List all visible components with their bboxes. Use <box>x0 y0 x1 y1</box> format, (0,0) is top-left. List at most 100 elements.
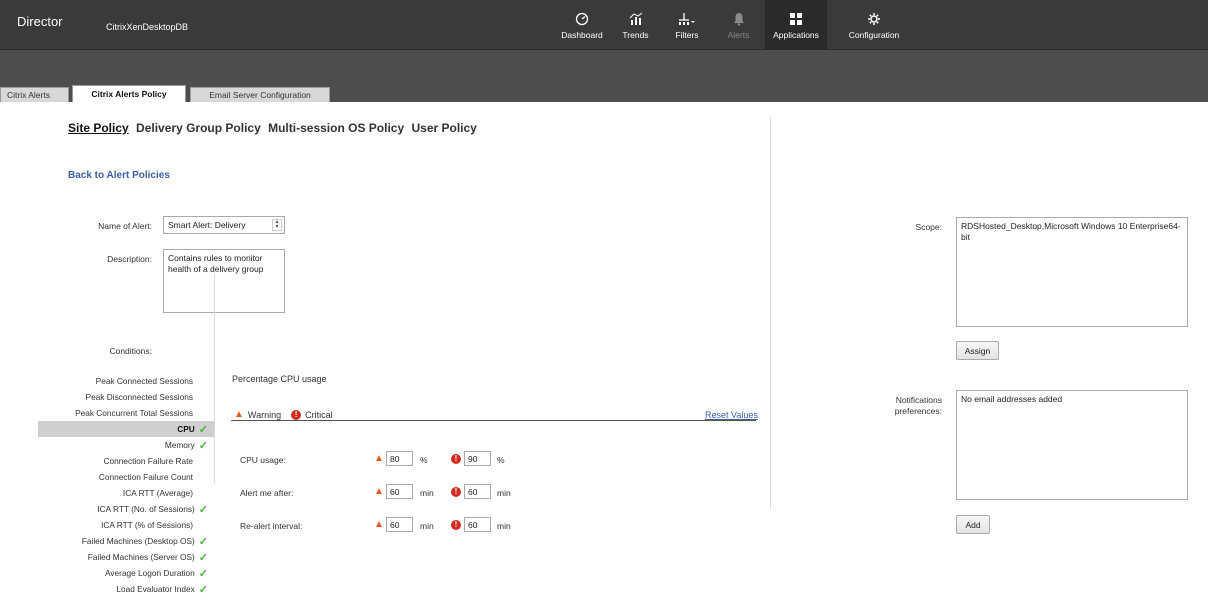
condition-label: ICA RTT (% of Sessions) <box>101 520 193 530</box>
critical-icon: ! <box>451 487 461 497</box>
condition-item[interactable]: ICA RTT (Average) <box>38 485 214 501</box>
critical-icon: ! <box>451 520 461 530</box>
condition-item[interactable]: Load Evaluator Index ✓ <box>38 581 214 597</box>
threshold-row-label: CPU usage: <box>240 455 286 465</box>
tab-delivery-group-policy[interactable]: Delivery Group Policy <box>136 121 261 135</box>
reset-values-link[interactable]: Reset Values <box>705 410 758 420</box>
site-name: CitrixXenDesktopDB <box>106 22 189 32</box>
warning-icon: ▲ <box>374 486 384 497</box>
tab-email-server-configuration[interactable]: Email Server Configuration <box>190 87 330 102</box>
filters-icon <box>678 11 696 27</box>
warning-icon: ▲ <box>374 519 384 530</box>
check-icon: ✓ <box>198 423 208 436</box>
alert-name-value: Smart Alert: Delivery <box>168 220 246 230</box>
tab-citrix-alerts[interactable]: Citrix Alerts <box>0 87 69 102</box>
warning-threshold-input[interactable]: 60 <box>386 484 413 499</box>
tab-site-policy[interactable]: Site Policy <box>68 121 129 135</box>
bell-icon <box>733 11 745 27</box>
condition-item[interactable]: ICA RTT (% of Sessions) <box>38 517 214 533</box>
notifications-preferences-label: Notifications preferences: <box>894 395 942 416</box>
assign-button[interactable]: Assign <box>956 341 999 360</box>
condition-item[interactable]: ICA RTT (No. of Sessions) ✓ <box>38 501 214 517</box>
nav-alerts-label: Alerts <box>727 29 750 40</box>
tab-multi-session-os-policy[interactable]: Multi-session OS Policy <box>268 121 404 135</box>
condition-label: Peak Concurrent Total Sessions <box>75 408 193 418</box>
critical-unit: % <box>497 455 505 465</box>
condition-label: Average Logon Duration <box>104 568 195 578</box>
condition-item[interactable]: Failed Machines (Server OS) ✓ <box>38 549 214 565</box>
check-icon: ✓ <box>198 439 208 452</box>
condition-label: Load Evaluator Index <box>116 584 195 594</box>
check-icon: ✓ <box>198 583 208 596</box>
warning-icon: ▲ <box>234 409 244 420</box>
condition-label: Failed Machines (Desktop OS) <box>81 536 195 546</box>
condition-item[interactable]: Average Logon Duration ✓ <box>38 565 214 581</box>
condition-label: Peak Disconnected Sessions <box>85 392 193 402</box>
back-to-alert-policies-link[interactable]: Back to Alert Policies <box>68 170 170 181</box>
nav-dashboard-label: Dashboard <box>561 29 603 40</box>
top-navigation-bar: Director CitrixXenDesktopDB Dashboard Tr… <box>0 0 1208 50</box>
condition-label: Memory <box>164 440 195 450</box>
description-label: Description: <box>107 254 152 264</box>
threshold-row-label: Re-alert interval: <box>240 521 303 531</box>
warning-icon: ▲ <box>374 453 384 464</box>
warning-threshold-input[interactable]: 60 <box>386 517 413 532</box>
legend: ▲ Warning ! Critical <box>234 409 333 420</box>
condition-label: CPU <box>177 424 195 434</box>
threshold-row-label: Alert me after: <box>240 488 294 498</box>
critical-icon: ! <box>291 409 302 420</box>
add-button[interactable]: Add <box>956 515 990 534</box>
alert-name-select[interactable]: Smart Alert: Delivery ▴ ▾ <box>163 216 285 234</box>
nav-applications-label: Applications <box>773 29 819 40</box>
condition-item[interactable]: Failed Machines (Desktop OS) ✓ <box>38 533 214 549</box>
spinner-arrows-icon[interactable]: ▴ ▾ <box>272 219 282 231</box>
tab-bar: Citrix Alerts Citrix Alerts Policy Email… <box>0 50 1208 102</box>
applications-icon <box>789 11 803 27</box>
notifications-textarea[interactable]: No email addresses added <box>956 390 1188 500</box>
condition-item[interactable]: Connection Failure Count <box>38 469 214 485</box>
condition-item[interactable]: Peak Concurrent Total Sessions <box>38 405 214 421</box>
nav-configuration-label: Configuration <box>848 29 900 40</box>
nav-applications[interactable]: Applications <box>765 0 827 50</box>
condition-item[interactable]: Peak Connected Sessions <box>38 373 214 389</box>
condition-label: Connection Failure Count <box>98 472 193 482</box>
critical-unit: min <box>497 521 511 531</box>
scope-label: Scope: <box>915 222 942 232</box>
condition-item[interactable]: Peak Disconnected Sessions <box>38 389 214 405</box>
detail-title: Percentage CPU usage <box>232 374 327 384</box>
nav-filters[interactable]: Filters <box>662 0 712 50</box>
warning-unit: min <box>420 521 434 531</box>
condition-label: Failed Machines (Server OS) <box>87 552 195 562</box>
check-icon: ✓ <box>198 535 208 548</box>
gear-icon <box>867 11 881 27</box>
critical-unit: min <box>497 488 511 498</box>
condition-item[interactable]: Connection Failure Rate <box>38 453 214 469</box>
condition-label: Peak Connected Sessions <box>95 376 193 386</box>
check-icon: ✓ <box>198 567 208 580</box>
warning-threshold-input[interactable]: 80 <box>386 451 413 466</box>
legend-warning-label: Warning <box>247 409 282 420</box>
warning-unit: min <box>420 488 434 498</box>
tab-user-policy[interactable]: User Policy <box>411 121 476 135</box>
critical-threshold-input[interactable]: 90 <box>464 451 491 466</box>
check-icon: ✓ <box>198 551 208 564</box>
policy-tabs: Site Policy Delivery Group Policy Multi-… <box>68 121 481 135</box>
conditions-divider <box>214 274 215 484</box>
check-icon: ✓ <box>198 503 208 516</box>
vertical-divider <box>770 117 771 508</box>
condition-label: Connection Failure Rate <box>103 456 193 466</box>
nav-configuration[interactable]: Configuration <box>843 0 905 50</box>
nav-alerts[interactable]: Alerts <box>716 0 761 50</box>
nav-trends[interactable]: Trends <box>613 0 658 50</box>
critical-threshold-input[interactable]: 60 <box>464 517 491 532</box>
condition-item[interactable]: Memory ✓ <box>38 437 214 453</box>
conditions-label: Conditions: <box>109 346 152 356</box>
tab-citrix-alerts-policy[interactable]: Citrix Alerts Policy <box>72 85 186 102</box>
nav-dashboard[interactable]: Dashboard <box>553 0 611 50</box>
app-brand[interactable]: Director <box>17 14 63 29</box>
critical-icon: ! <box>451 454 461 464</box>
scope-textarea[interactable]: RDSHosted_Desktop,Microsoft Windows 10 E… <box>956 217 1188 327</box>
description-textarea[interactable]: Contains rules to monitor health of a de… <box>163 249 285 313</box>
critical-threshold-input[interactable]: 60 <box>464 484 491 499</box>
condition-item[interactable]: CPU ✓ <box>38 421 214 437</box>
